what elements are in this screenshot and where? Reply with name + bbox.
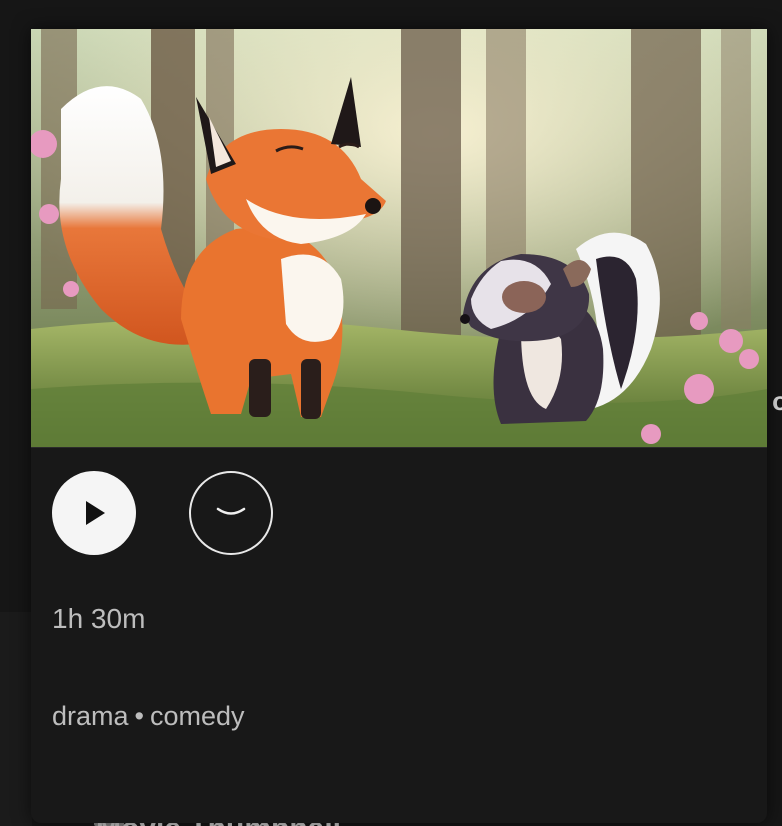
play-button[interactable] xyxy=(52,471,136,555)
genre-list: drama • comedy xyxy=(52,701,245,732)
genre-tag: drama xyxy=(52,701,129,731)
more-info-button[interactable] xyxy=(189,471,273,555)
preview-thumbnail[interactable] xyxy=(31,29,767,448)
chevron-down-icon xyxy=(216,507,246,515)
background-title-fragment: o xyxy=(772,386,782,416)
preview-actions xyxy=(52,471,452,555)
genre-separator: • xyxy=(134,701,144,731)
genre-tag: comedy xyxy=(149,701,245,731)
background-panel xyxy=(0,612,32,826)
preview-card: 1h 30m drama • comedy xyxy=(31,29,767,823)
play-icon xyxy=(86,501,105,525)
page: o Movie Thumbnail xyxy=(0,0,782,826)
duration-text: 1h 30m xyxy=(52,603,146,634)
fox-skunk-illustration xyxy=(31,29,767,447)
